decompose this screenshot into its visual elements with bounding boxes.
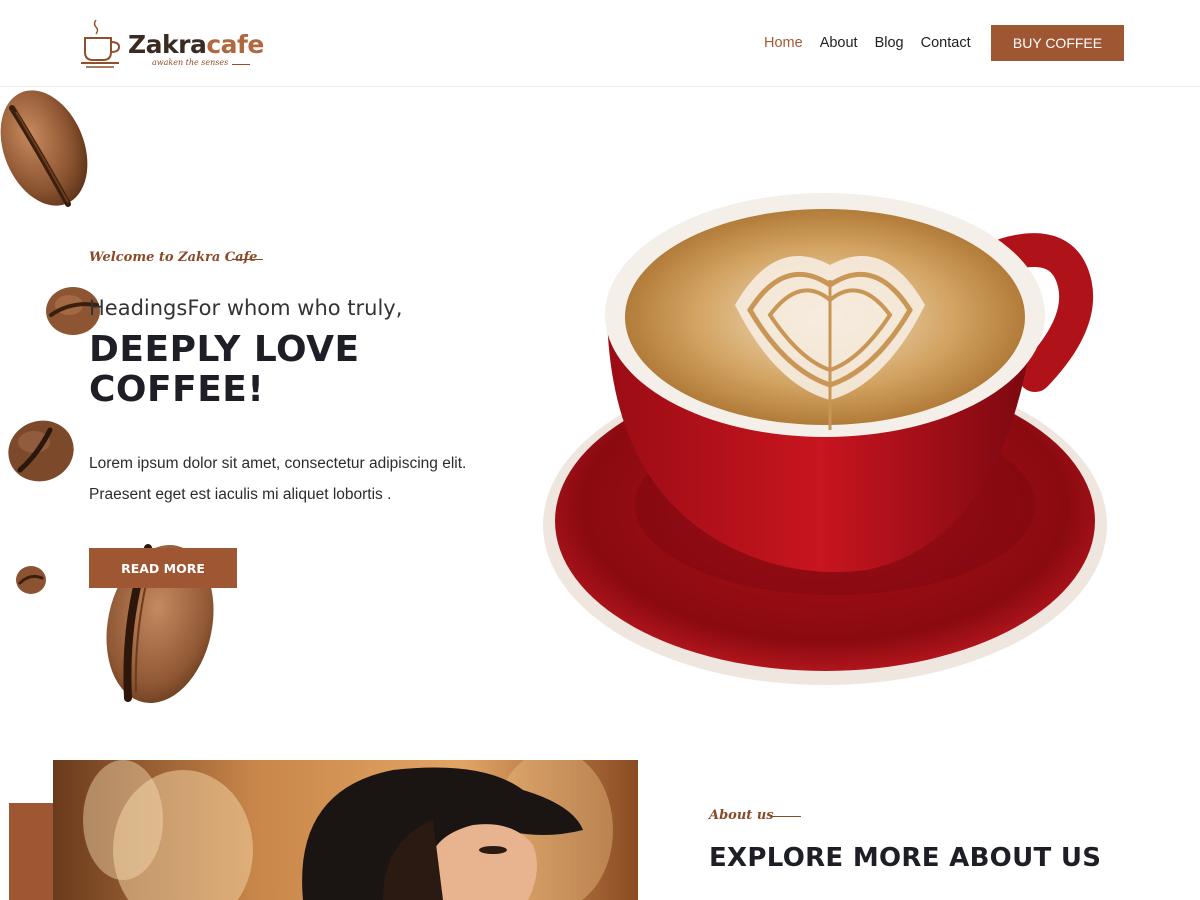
read-more-button[interactable]: READ MORE [89, 548, 237, 588]
site-header: Zakracafe awaken the senses Home About B… [0, 0, 1200, 87]
about-section-label: About us [709, 808, 774, 823]
hero-subheading: HeadingsFor whom who truly, [89, 296, 403, 320]
hero-welcome-label: Welcome to Zakra Cafe [89, 250, 258, 265]
coffee-bean-image [16, 566, 46, 594]
hero-description: Lorem ipsum dolor sit amet, consectetur … [89, 455, 467, 503]
hero-heading: DEEPLY LOVE COFFEE! [89, 329, 360, 410]
logo-name-part2: cafe [206, 30, 264, 59]
about-section-title: EXPLORE MORE ABOUT US [709, 843, 1102, 873]
main-nav: Home About Blog Contact [764, 35, 971, 51]
coffee-bean-image [0, 90, 88, 207]
about-label-rule [770, 816, 801, 817]
woman-portrait-image [53, 760, 638, 900]
nav-item-about[interactable]: About [820, 35, 858, 51]
nav-item-blog[interactable]: Blog [875, 35, 904, 51]
site-logo[interactable]: Zakracafe awaken the senses [80, 16, 264, 72]
about-accent-block [9, 803, 59, 900]
nav-item-contact[interactable]: Contact [921, 35, 971, 51]
about-photo [53, 760, 638, 900]
logo-tagline: awaken the senses [152, 58, 229, 67]
coffee-cup-logo-icon [81, 19, 121, 68]
hero-welcome-rule [232, 259, 263, 260]
logo-wordmark: Zakracafe [128, 30, 264, 59]
logo-tagline-rule [232, 64, 250, 65]
coffee-cup-image [543, 193, 1107, 685]
logo-name-part1: Zakra [128, 30, 207, 59]
nav-item-home[interactable]: Home [764, 35, 803, 51]
coffee-bean-image [8, 420, 74, 482]
buy-coffee-button[interactable]: BUY COFFEE [991, 25, 1124, 61]
